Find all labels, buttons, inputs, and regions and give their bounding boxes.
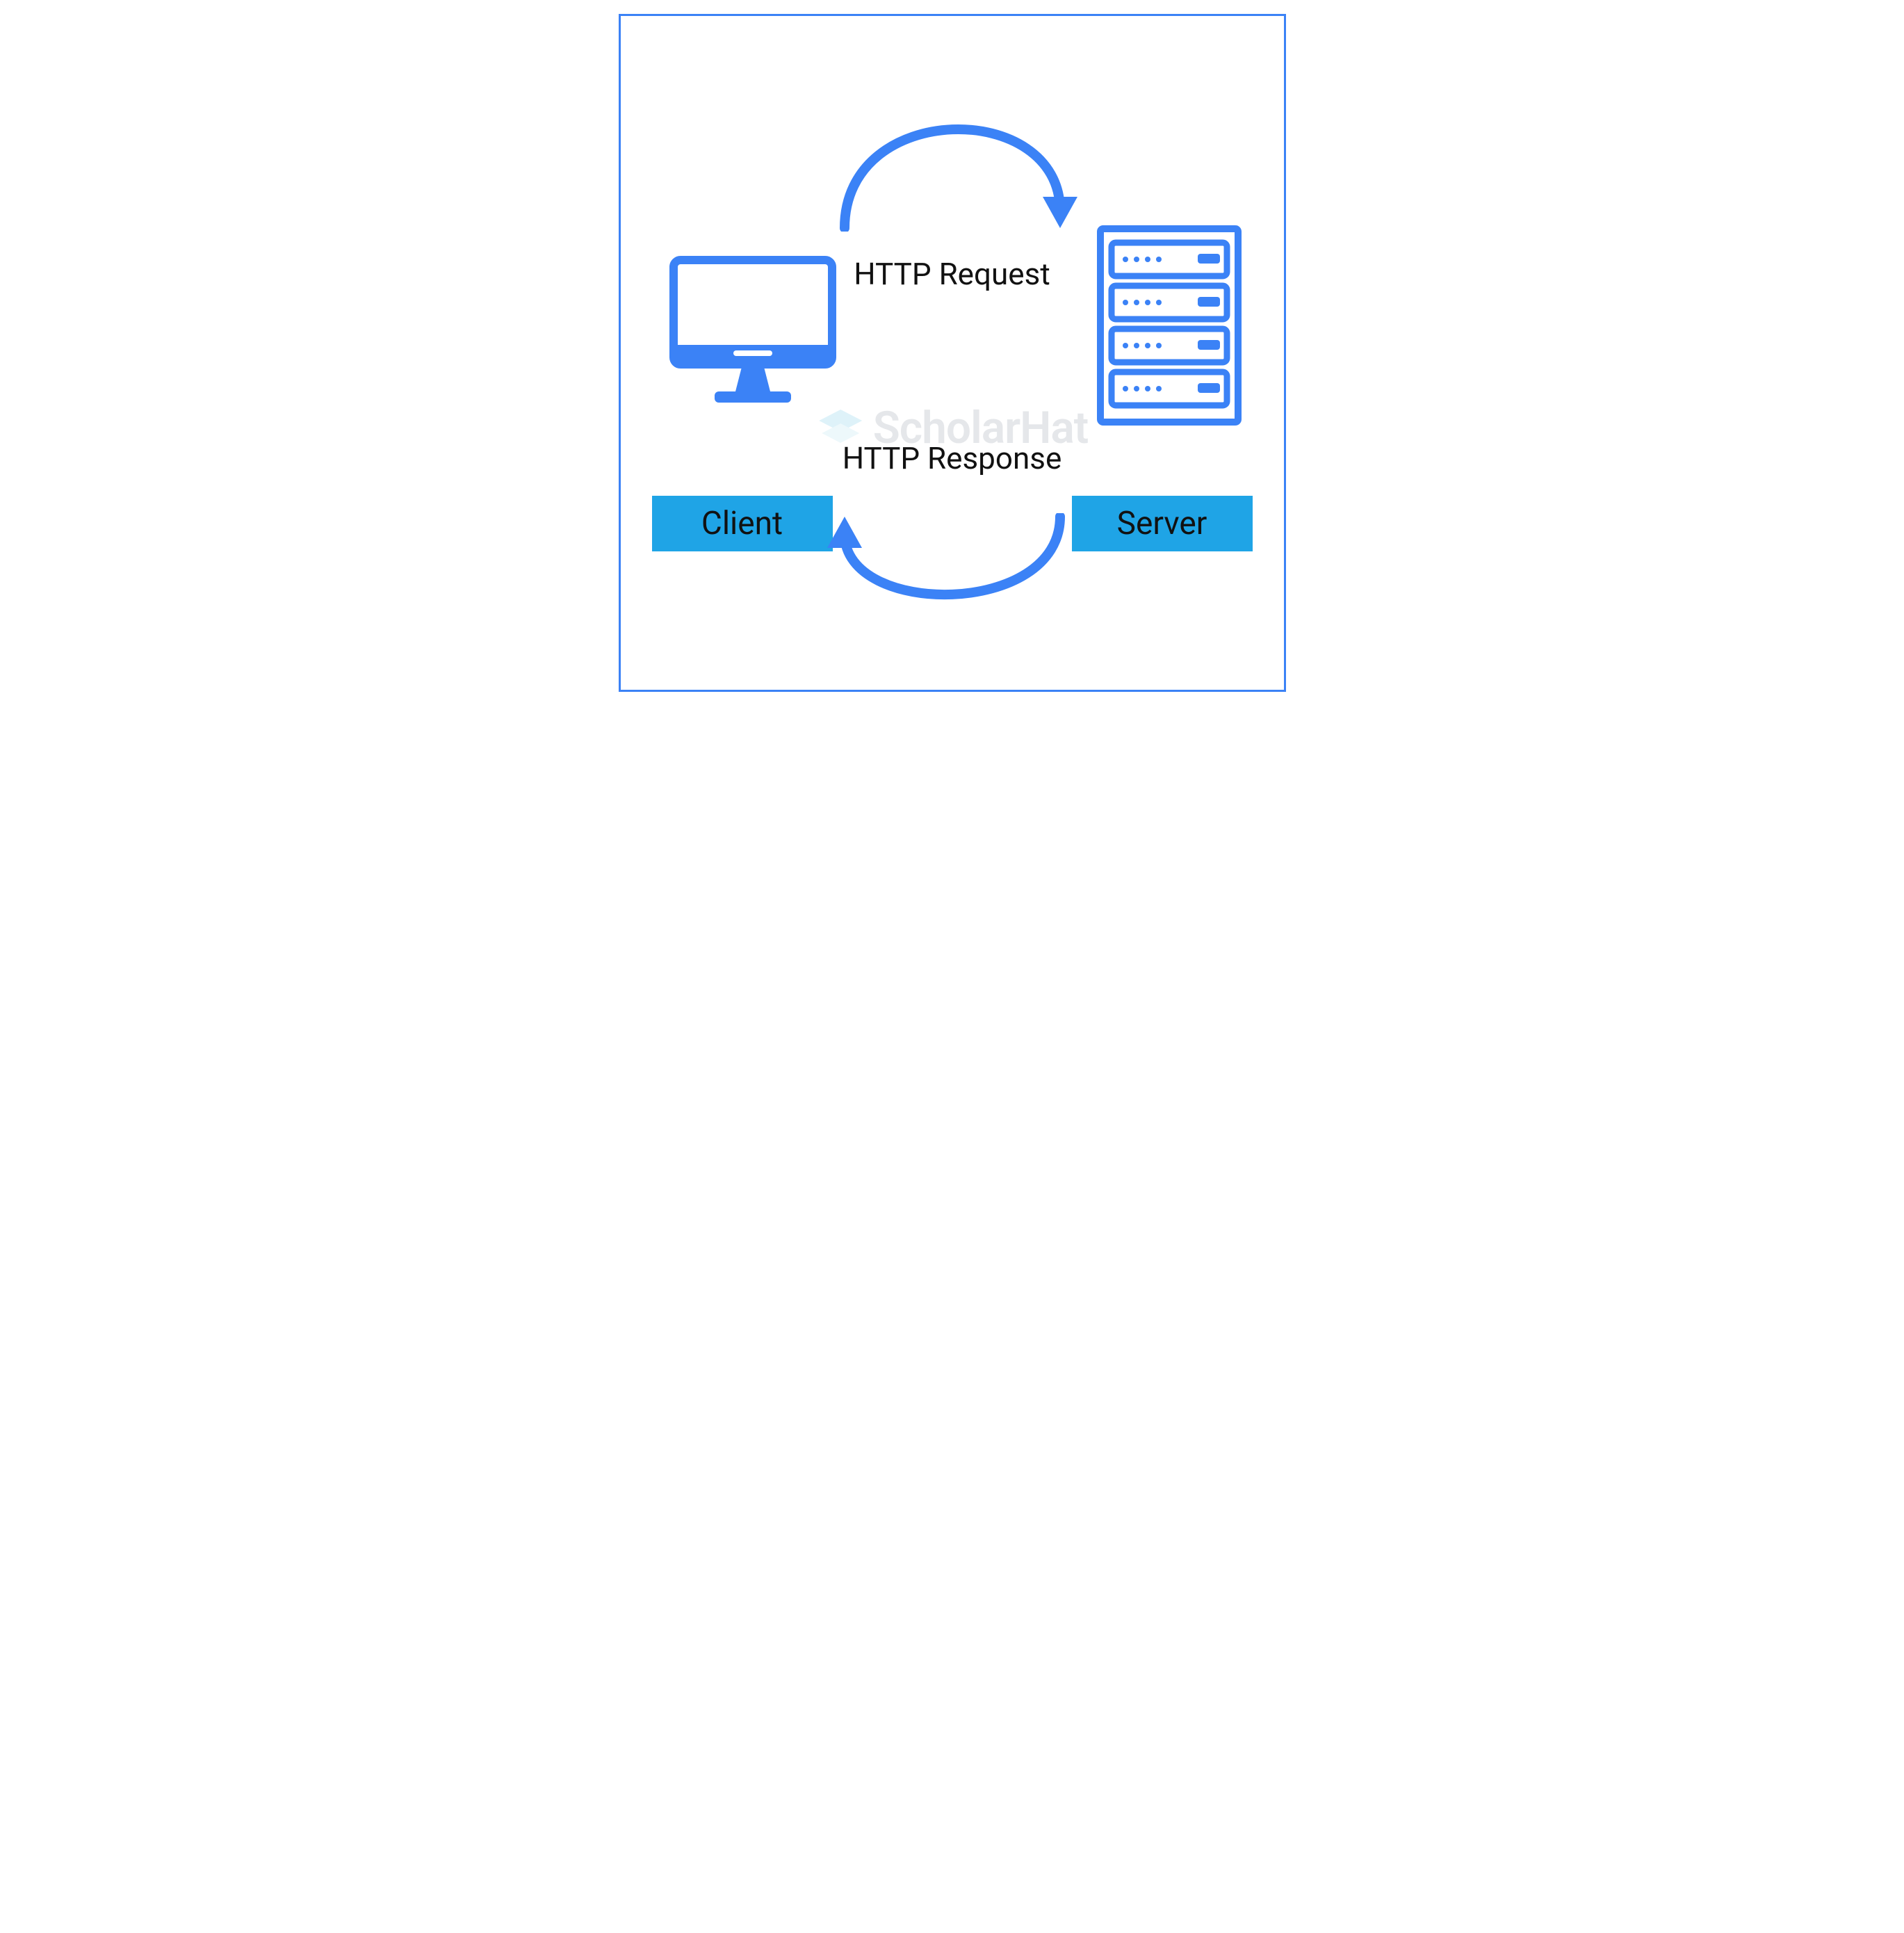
http-request-label: HTTP Request	[854, 256, 1050, 292]
server-label: Server	[1117, 505, 1207, 542]
response-arrow-icon	[803, 513, 1102, 655]
diagram-frame: HTTP Request ScholarHat HTTP Response	[619, 14, 1286, 692]
client-label: Client	[701, 505, 783, 542]
http-response-label: HTTP Response	[843, 440, 1062, 476]
server-rack-icon	[1096, 225, 1242, 429]
client-server-diagram: HTTP Request ScholarHat HTTP Response	[621, 16, 1284, 690]
monitor-icon	[669, 256, 836, 419]
request-arrow-icon	[803, 51, 1102, 234]
